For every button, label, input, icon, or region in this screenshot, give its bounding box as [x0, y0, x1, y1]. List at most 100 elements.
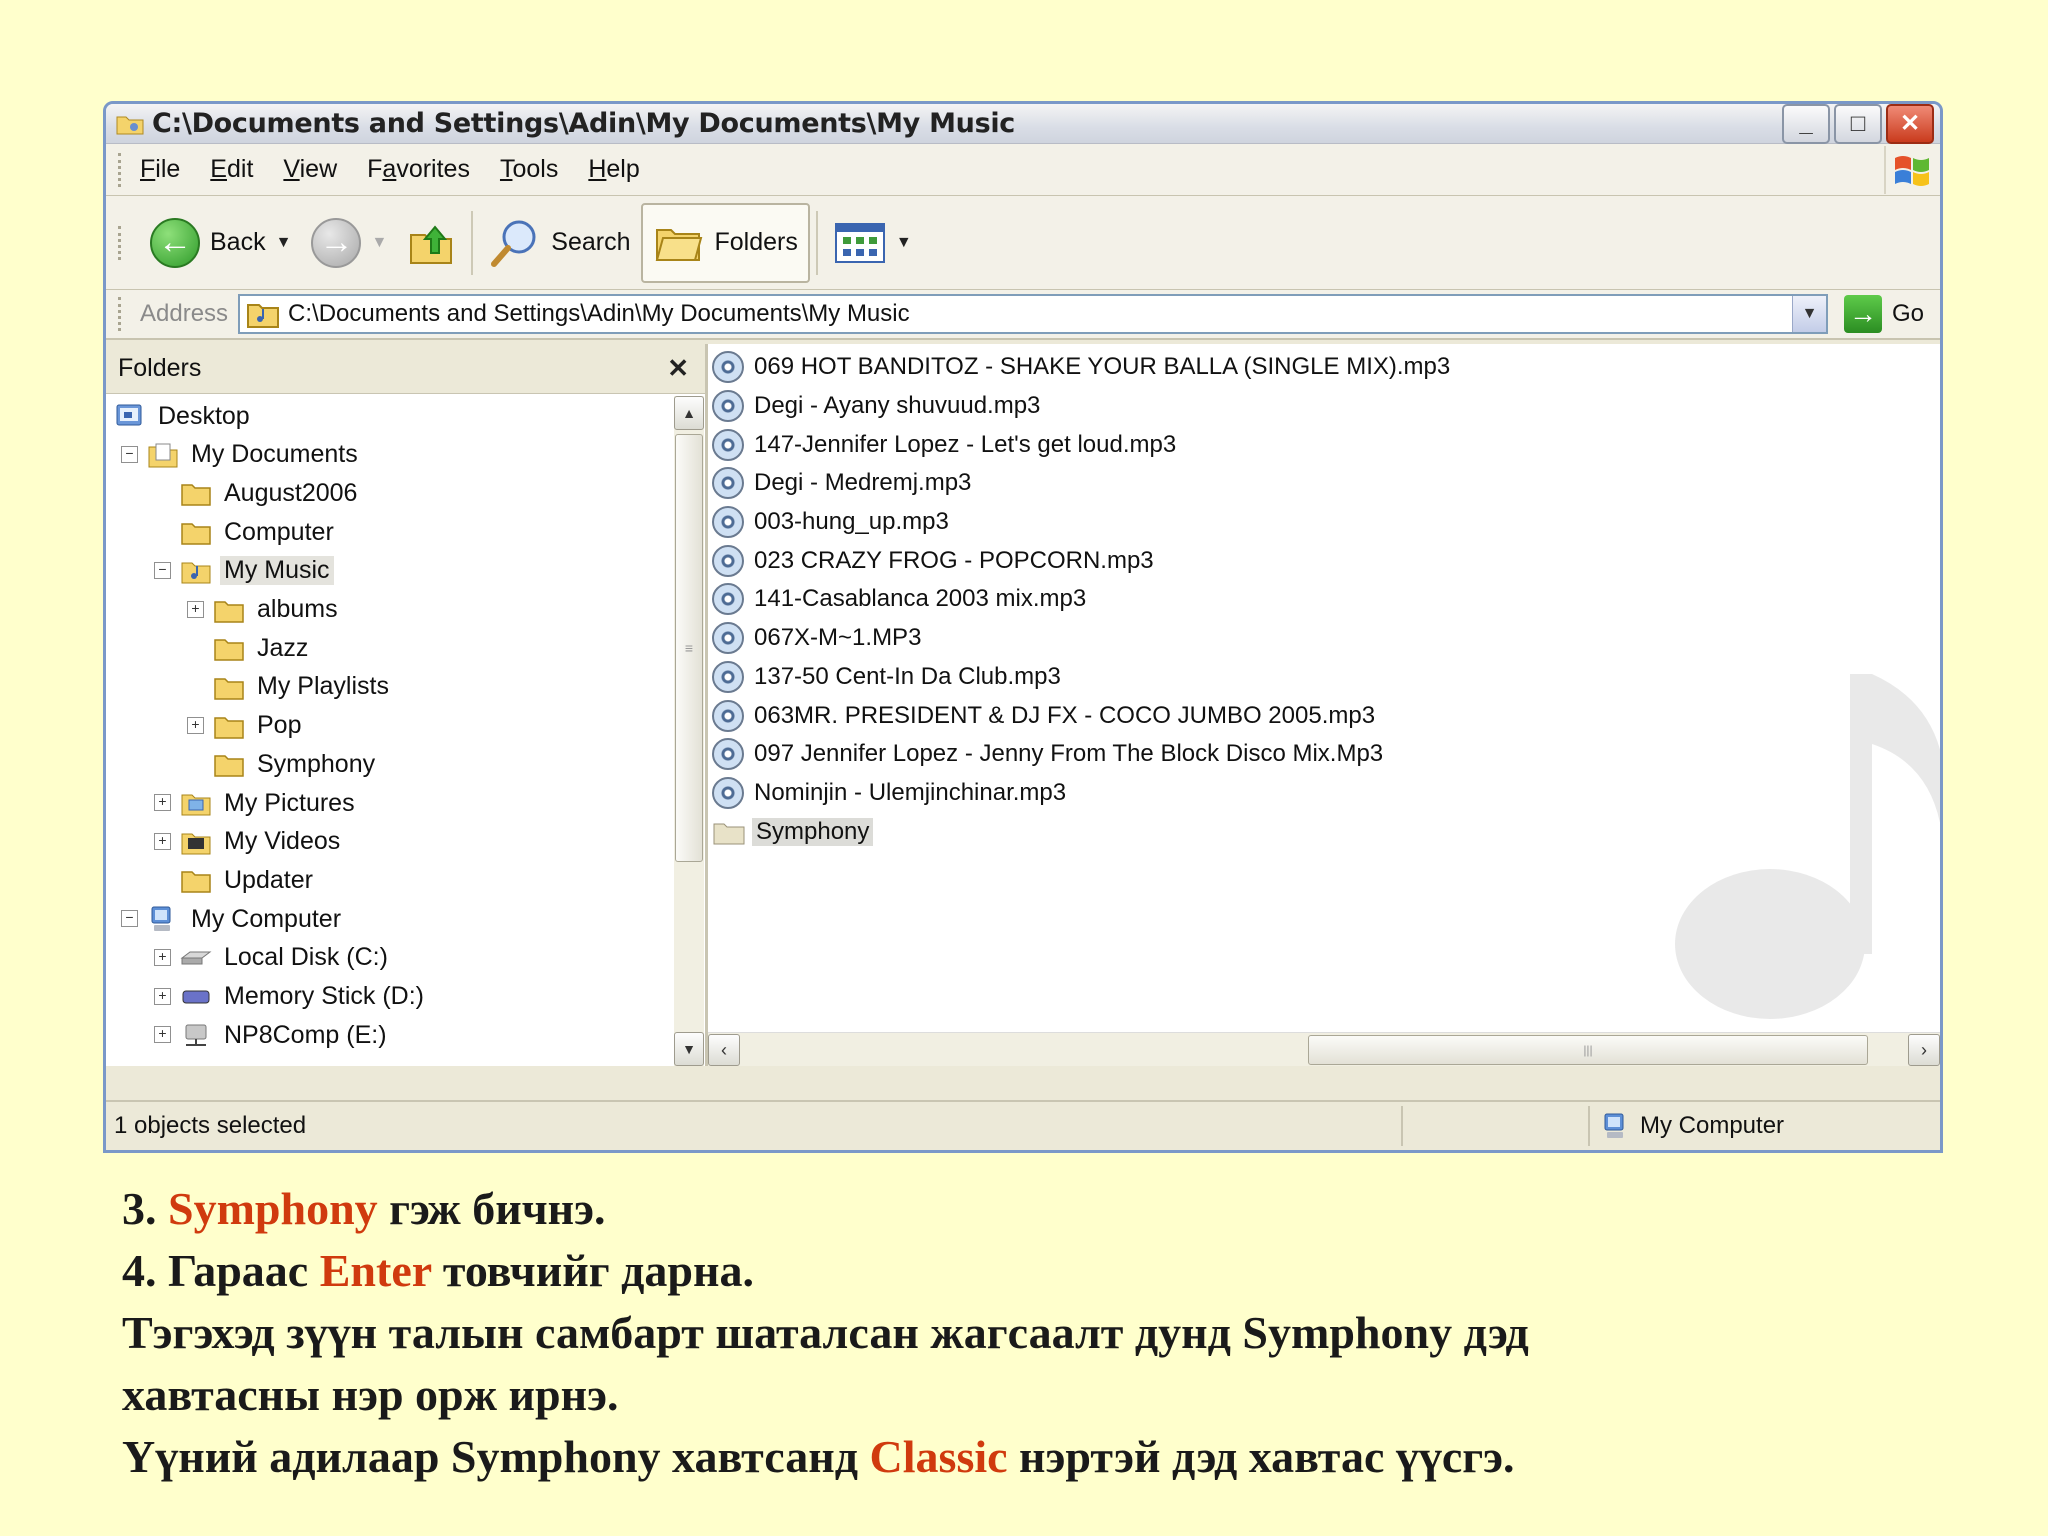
expand-icon[interactable]: +: [154, 987, 171, 1005]
audio-file-icon: [712, 738, 744, 771]
forward-button[interactable]: → ▼: [301, 203, 397, 283]
collapse-icon[interactable]: −: [154, 561, 171, 579]
toolbar-grip[interactable]: [118, 225, 122, 260]
file-item[interactable]: 097 Jennifer Lopez - Jenny From The Bloc…: [712, 735, 1454, 774]
address-bar: Address C:\Documents and Settings\Adin\M…: [106, 290, 1940, 340]
file-name: 141-Casablanca 2003 mix.mp3: [754, 585, 1087, 613]
file-item[interactable]: 063MR. PRESIDENT & DJ FX - COCO JUMBO 20…: [712, 696, 1454, 735]
tree-item-label: August2006: [224, 478, 358, 507]
file-item[interactable]: 023 CRAZY FROG - POPCORN.mp3: [712, 541, 1454, 580]
address-text[interactable]: C:\Documents and Settings\Adin\My Docume…: [288, 300, 1792, 328]
search-button[interactable]: Search: [479, 203, 640, 283]
file-item[interactable]: Degi - Ayany shuvuud.mp3: [712, 387, 1454, 426]
menu-view[interactable]: View: [283, 155, 337, 184]
file-list-scrollbar[interactable]: ‹ ||| ›: [708, 1032, 1940, 1066]
toolbar-grip[interactable]: [118, 297, 122, 331]
address-dropdown-icon[interactable]: ▼: [1791, 296, 1826, 332]
menu-file[interactable]: File: [140, 155, 180, 184]
tree-item-label: My Pictures: [224, 788, 355, 817]
folder-tree-scrollbar[interactable]: ▲ ≡ ▼: [674, 396, 704, 1066]
pictures-folder-icon: [181, 794, 211, 816]
audio-file-icon: [712, 583, 744, 616]
file-item[interactable]: 137-50 Cent-In Da Club.mp3: [712, 658, 1454, 697]
menu-edit[interactable]: Edit: [210, 155, 253, 184]
minimize-button[interactable]: _: [1782, 104, 1830, 144]
forward-dropdown-icon[interactable]: ▼: [371, 234, 387, 252]
expand-icon[interactable]: +: [187, 716, 204, 734]
menu-tools[interactable]: Tools: [500, 155, 558, 184]
menu-help[interactable]: Help: [588, 155, 639, 184]
audio-file-icon: [712, 544, 744, 577]
new-folder-name[interactable]: Symphony: [752, 817, 874, 846]
folders-pane-close-icon[interactable]: ✕: [667, 353, 689, 384]
tree-item[interactable]: Computer: [180, 514, 338, 550]
scroll-thumb[interactable]: ≡: [675, 434, 703, 862]
file-item[interactable]: 067X-M~1.MP3: [712, 619, 1454, 658]
file-item[interactable]: 003-hung_up.mp3: [712, 503, 1454, 542]
title-bar[interactable]: C:\Documents and Settings\Adin\My Docume…: [106, 104, 1940, 144]
tree-item[interactable]: + Memory Stick (D:): [154, 979, 428, 1015]
close-button[interactable]: ✕: [1886, 104, 1934, 144]
toolbar-grip[interactable]: [118, 152, 122, 187]
file-item[interactable]: Nominjin - Ulemjinchinar.mp3: [712, 774, 1454, 813]
tree-item[interactable]: Updater: [180, 862, 317, 898]
audio-file-icon: [712, 660, 744, 693]
file-list-pane: 069 HOT BANDITOZ - SHAKE YOUR BALLA (SIN…: [708, 344, 1940, 1066]
tree-item[interactable]: + Local Disk (C:): [154, 940, 392, 976]
tree-item-label: NP8Comp (E:): [224, 1020, 387, 1049]
tree-item[interactable]: Jazz: [213, 630, 312, 666]
folder-icon: [214, 755, 244, 778]
file-item[interactable]: Degi - Medremj.mp3: [712, 464, 1454, 503]
scroll-down-button[interactable]: ▼: [674, 1032, 704, 1066]
file-item[interactable]: 069 HOT BANDITOZ - SHAKE YOUR BALLA (SIN…: [712, 348, 1454, 387]
folder-icon: [116, 116, 144, 134]
tree-item[interactable]: Desktop: [114, 398, 254, 434]
tree-item[interactable]: Symphony: [213, 746, 379, 782]
collapse-icon[interactable]: −: [121, 910, 138, 928]
expand-icon[interactable]: +: [154, 1026, 171, 1044]
tree-item[interactable]: My Playlists: [213, 669, 393, 705]
tree-item[interactable]: + albums: [187, 592, 342, 628]
expand-icon[interactable]: +: [187, 600, 204, 618]
tree-item[interactable]: − My Documents: [121, 437, 362, 473]
menu-favorites[interactable]: Favorites: [367, 155, 470, 184]
expand-icon[interactable]: +: [154, 832, 171, 850]
file-item[interactable]: 141-Casablanca 2003 mix.mp3: [712, 580, 1454, 619]
tree-item[interactable]: + My Pictures: [154, 785, 359, 821]
audio-file-icon: [712, 506, 744, 539]
tree-item[interactable]: + Pop: [187, 708, 305, 744]
up-button[interactable]: [397, 203, 465, 283]
tree-item-label: My Playlists: [257, 672, 389, 701]
new-folder-item[interactable]: Symphony: [712, 812, 1454, 851]
views-button[interactable]: ▼: [824, 203, 922, 283]
horizontal-scroll-thumb[interactable]: |||: [1308, 1035, 1868, 1065]
scroll-left-button[interactable]: ‹: [708, 1034, 740, 1066]
address-field[interactable]: C:\Documents and Settings\Adin\My Docume…: [238, 294, 1828, 334]
folders-button[interactable]: Folders: [640, 202, 810, 283]
file-name: 003-hung_up.mp3: [754, 508, 949, 536]
file-name: 067X-M~1.MP3: [754, 624, 922, 652]
window-title: C:\Documents and Settings\Adin\My Docume…: [152, 108, 1015, 139]
go-button[interactable]: → Go: [1843, 295, 1924, 333]
tree-item[interactable]: − My Computer: [121, 901, 345, 937]
file-item[interactable]: 147-Jennifer Lopez - Let's get loud.mp3: [712, 425, 1454, 464]
tree-item[interactable]: + My Videos: [154, 824, 344, 860]
views-icon: [834, 222, 885, 263]
scroll-up-button[interactable]: ▲: [674, 396, 704, 430]
tree-item[interactable]: + NP8Comp (E:): [154, 1017, 391, 1053]
scroll-right-button[interactable]: ›: [1908, 1034, 1940, 1066]
views-dropdown-icon[interactable]: ▼: [896, 234, 912, 252]
music-note-watermark-icon: [1675, 674, 1940, 1019]
expand-icon[interactable]: +: [154, 794, 171, 811]
expand-icon[interactable]: +: [154, 948, 171, 966]
maximize-button[interactable]: □: [1834, 104, 1882, 144]
tree-item[interactable]: − My Music: [154, 553, 334, 589]
up-folder-icon: [410, 224, 453, 264]
folders-icon: [655, 228, 702, 261]
tree-item-label: Computer: [224, 517, 334, 546]
toolbar-separator: [815, 210, 818, 275]
tree-item[interactable]: August2006: [180, 475, 361, 511]
back-button[interactable]: ← Back ▼: [140, 203, 301, 283]
back-dropdown-icon[interactable]: ▼: [276, 234, 292, 252]
collapse-icon[interactable]: −: [121, 445, 138, 463]
